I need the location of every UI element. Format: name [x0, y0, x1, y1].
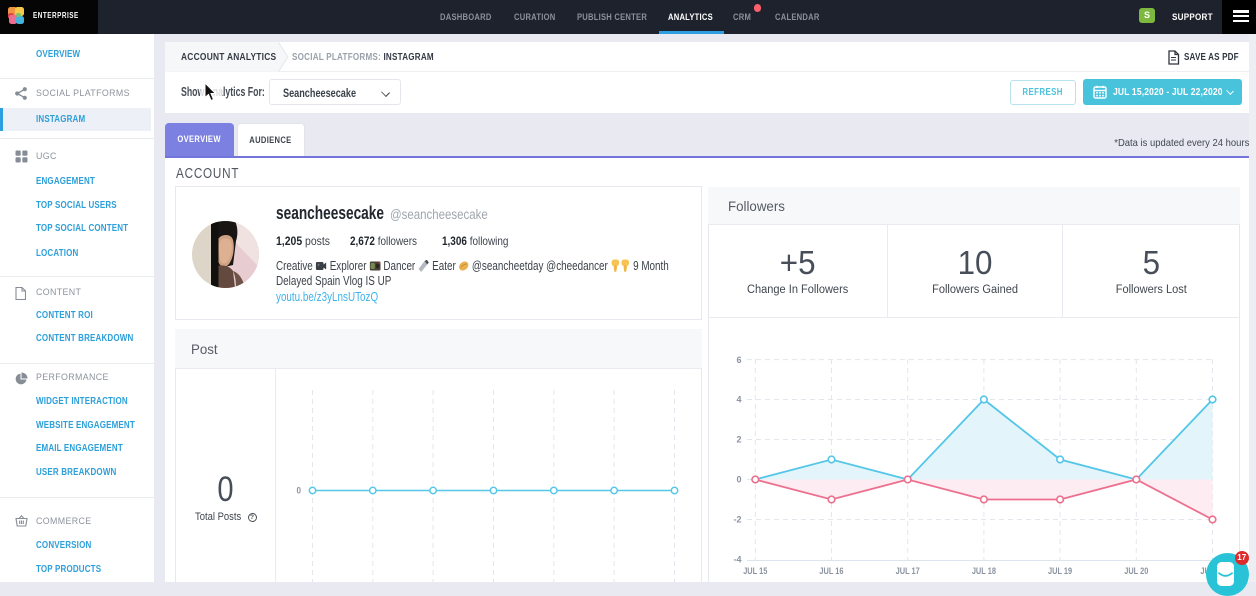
svg-text:0: 0 [736, 475, 741, 485]
svg-text:JUL 18: JUL 18 [972, 565, 996, 576]
svg-text:4: 4 [736, 395, 741, 405]
svg-text:2: 2 [736, 435, 741, 445]
svg-text:JUL 16: JUL 16 [819, 565, 843, 576]
svg-text:JUL 19: JUL 19 [1048, 565, 1072, 576]
svg-text:JUL 20: JUL 20 [1124, 565, 1148, 576]
svg-text:0: 0 [296, 485, 301, 496]
svg-text:-4: -4 [733, 555, 741, 565]
svg-text:JUL 15: JUL 15 [743, 565, 767, 576]
svg-text:6: 6 [736, 355, 741, 365]
svg-text:JUL 17: JUL 17 [896, 565, 920, 576]
svg-text:-2: -2 [733, 515, 741, 525]
